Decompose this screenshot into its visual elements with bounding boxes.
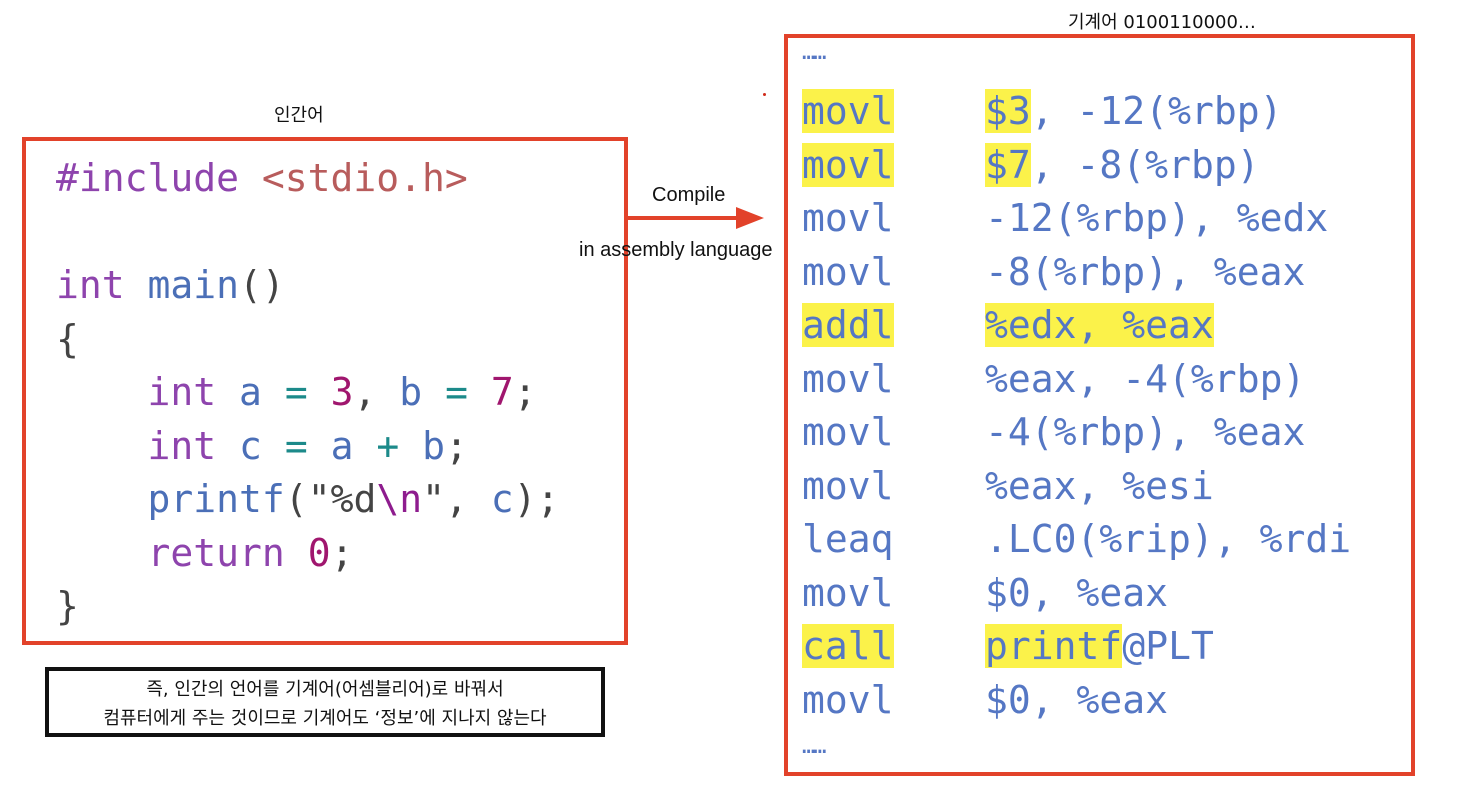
asm-op: movl [802,677,894,722]
c-source-code: #include <stdio.h> int main() { int a = … [56,156,560,628]
int-keyword-c: int [147,423,217,468]
asm-op: movl [802,570,894,615]
asm-arg-highlight: $7 [985,142,1031,187]
c-source-box: #include <stdio.h> int main() { int a = … [22,137,628,645]
asm-op: movl [802,196,894,240]
asm-args: %eax, -4(%rbp) [985,356,1306,401]
asm-args: -12(%rbp), %edx [985,196,1329,240]
assembly-language-label: in assembly language [579,239,773,261]
include-directive: #include [56,156,262,200]
main-return-type: int [56,263,125,307]
human-language-label: 인간어 [274,105,324,126]
assembly-code: movl $3, -12(%rbp) movl $7, -8(%rbp) mov… [802,89,1352,722]
asm-op: movl [802,463,894,508]
assign-op-a: = [284,370,308,414]
asm-args: .LC0(%rip), %rdi [985,517,1352,561]
var-c: c [239,423,262,468]
ellipsis-bottom: …… [802,734,826,759]
operand-a: a [330,423,354,468]
literal-3: 3 [330,370,354,414]
format-string: "%d [307,477,377,521]
printf-arg-c: c [490,477,514,521]
asm-op: movl [802,142,894,187]
return-keyword: return [147,530,285,575]
var-a: a [239,370,262,414]
ellipsis-top: …… [802,40,826,65]
assign-op-c: = [284,423,308,468]
asm-op: call [802,624,894,668]
assign-op-b: = [445,370,468,414]
assembly-box: …… movl $3, -12(%rbp) movl $7, -8(%rbp) … [784,34,1415,776]
var-b: b [399,370,423,414]
asm-op: addl [802,303,894,347]
asm-op: movl [802,356,894,401]
asm-arg-highlight: printf [985,624,1123,668]
literal-7: 7 [490,370,514,414]
asm-args: $0, %eax [985,570,1169,615]
explanation-note: 즉, 인간의 언어를 기계어(어셈블리어)로 바꿔서 컴퓨터에게 주는 것이므로… [45,667,605,737]
return-value: 0 [307,530,331,575]
note-line-1: 즉, 인간의 언어를 기계어(어셈블리어)로 바꿔서 [146,679,504,700]
asm-args: -4(%rbp), %eax [985,410,1306,454]
asm-args: $0, %eax [985,677,1169,722]
asm-arg-highlight: $3 [985,89,1031,133]
asm-op: movl [802,249,894,294]
main-parens: () [239,263,285,307]
newline-escape: \n [376,477,423,521]
format-string-close: " [422,477,445,521]
main-function-name: main [147,263,240,307]
include-header: <stdio.h> [261,156,468,200]
asm-op: movl [802,89,894,133]
asm-op: leaq [802,517,894,561]
asm-args: %eax, %esi [985,463,1214,508]
plus-op: + [376,423,400,468]
close-brace: } [56,584,79,628]
operand-b: b [422,423,446,468]
compile-arrow [626,207,764,229]
int-keyword-ab: int [147,370,217,414]
compile-label: Compile [652,184,726,206]
note-line-2: 컴퓨터에게 주는 것이므로 기계어도 ‘정보’에 지나지 않는다 [103,708,547,729]
asm-args: -8(%rbp), %eax [985,249,1306,294]
asm-arg-highlight: %edx, %eax [985,303,1214,347]
red-dot-mark [763,93,766,96]
machine-language-label: 기계어 0100110000… [1068,12,1256,33]
asm-op: movl [802,410,894,454]
open-brace: { [56,316,79,361]
printf-call: printf [147,477,285,521]
